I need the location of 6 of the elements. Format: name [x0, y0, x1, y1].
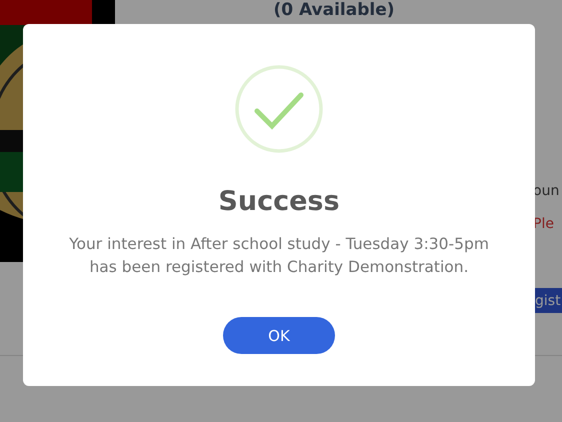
- checkmark-icon: [235, 65, 323, 153]
- register-button[interactable]: gist: [533, 288, 562, 313]
- dialog-message: Your interest in After school study - Tuesday 3:30-5pm has been registered with Charity Demonstration.: [68, 234, 490, 278]
- availability-heading: (0 Available): [273, 0, 395, 22]
- ok-button[interactable]: OK: [223, 317, 335, 354]
- dialog-title: Success: [218, 186, 340, 217]
